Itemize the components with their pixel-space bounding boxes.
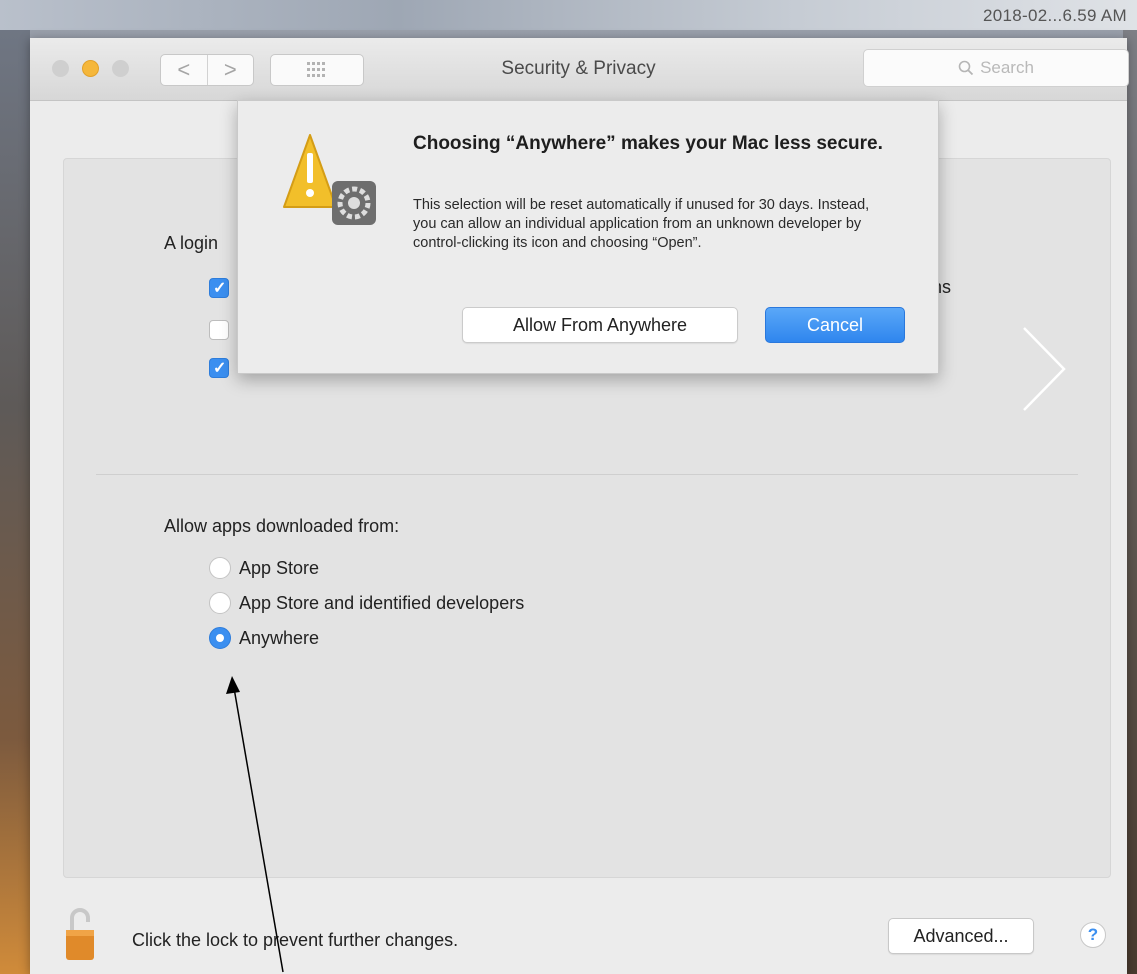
gear-icon: [332, 181, 376, 225]
require-password-checkbox[interactable]: [209, 278, 229, 298]
search-icon: [958, 60, 974, 76]
show-message-checkbox[interactable]: [209, 320, 229, 340]
disable-auto-login-checkbox[interactable]: [209, 358, 229, 378]
chevron-right-icon: [1023, 327, 1066, 411]
radio-label: App Store and identified developers: [239, 592, 525, 613]
login-section-label: A login: [164, 233, 219, 253]
radio-anywhere[interactable]: Anywhere: [209, 627, 319, 649]
radio-app-store[interactable]: App Store: [209, 557, 319, 579]
help-button[interactable]: ?: [1080, 922, 1106, 948]
cancel-button[interactable]: Cancel: [765, 307, 905, 343]
allow-apps-heading: Allow apps downloaded from:: [164, 516, 400, 536]
radio-button[interactable]: [209, 557, 231, 579]
search-placeholder: Search: [980, 58, 1034, 77]
section-divider: [96, 474, 1078, 475]
radio-label: App Store: [239, 557, 320, 578]
alert-title: Choosing “Anywhere” makes your Mac less …: [413, 133, 883, 154]
radio-app-store-identified[interactable]: App Store and identified developers: [209, 592, 524, 614]
radio-label: Anywhere: [239, 627, 320, 648]
advanced-button[interactable]: Advanced...: [888, 918, 1034, 954]
lock-status-text: Click the lock to prevent further change…: [132, 930, 459, 950]
lock-open-icon[interactable]: [63, 904, 97, 962]
security-alert-sheet: Choosing “Anywhere” makes your Mac less …: [237, 100, 939, 374]
warning-triangle-icon: [283, 134, 376, 225]
radio-button[interactable]: [209, 592, 231, 614]
desktop-background: [0, 30, 30, 974]
menubar-clock: 2018-02...6.59 AM: [982, 6, 1127, 25]
radio-button-selected[interactable]: [209, 627, 231, 649]
title-bar: < > Security & Privacy Search: [30, 38, 1129, 101]
search-input[interactable]: Search: [863, 49, 1129, 87]
allow-from-anywhere-button[interactable]: Allow From Anywhere: [462, 307, 738, 343]
desktop-menubar-strip: [0, 0, 1137, 30]
alert-message: This selection will be reset automatical…: [413, 197, 870, 251]
